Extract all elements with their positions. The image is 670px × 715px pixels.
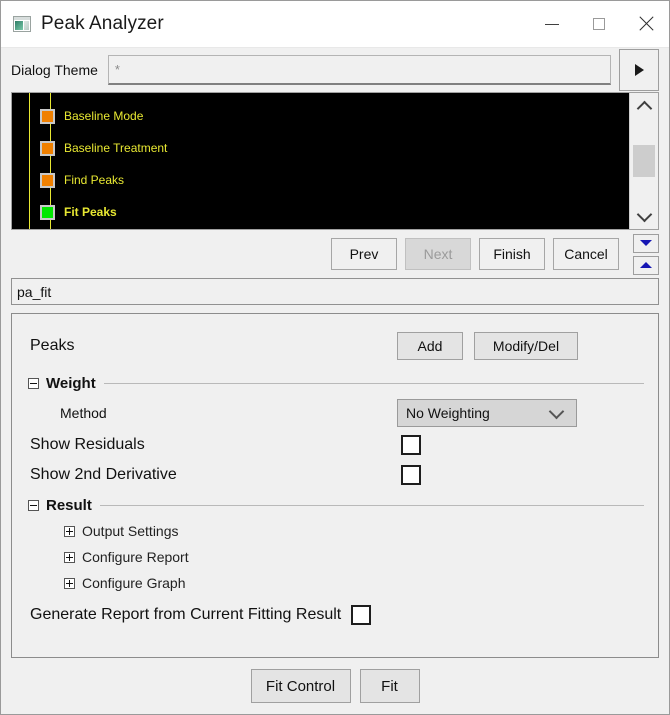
spin-up-button[interactable] bbox=[633, 255, 659, 275]
chevron-down-icon bbox=[548, 403, 565, 419]
cancel-button[interactable]: Cancel bbox=[553, 238, 619, 270]
configure-report-expand-icon[interactable] bbox=[64, 551, 75, 563]
minimize-button[interactable] bbox=[528, 1, 575, 47]
finish-button[interactable]: Finish bbox=[479, 238, 545, 270]
triangle-up-icon bbox=[640, 262, 652, 268]
add-peaks-button[interactable]: Add bbox=[397, 332, 463, 360]
triangle-down-icon bbox=[640, 240, 652, 246]
fit-control-button[interactable]: Fit Control bbox=[250, 669, 351, 703]
chevron-down-icon bbox=[636, 206, 652, 222]
result-group-header: Result bbox=[22, 492, 648, 518]
tree-item-find-peaks[interactable]: Find Peaks bbox=[40, 169, 124, 191]
configure-report-row[interactable]: Configure Report bbox=[22, 544, 648, 570]
show-2nd-derivative-checkbox[interactable] bbox=[401, 465, 421, 485]
tree-item-baseline-treatment[interactable]: Baseline Treatment bbox=[40, 137, 167, 159]
show-2nd-derivative-row: Show 2nd Derivative bbox=[22, 460, 648, 490]
weight-method-label: Method bbox=[60, 405, 107, 421]
peaks-buttons: Add Modify/Del bbox=[397, 332, 578, 360]
tree-trunk-line-outer bbox=[29, 93, 30, 229]
tree-item-label: Fit Peaks bbox=[64, 205, 117, 219]
output-settings-row[interactable]: Output Settings bbox=[22, 518, 648, 544]
spin-down-button[interactable] bbox=[633, 233, 659, 253]
tree-canvas: Baseline Mode Baseline Treatment Find Pe… bbox=[12, 93, 629, 229]
next-button[interactable]: Next bbox=[405, 238, 471, 270]
generate-report-row: Generate Report from Current Fitting Res… bbox=[22, 600, 648, 630]
dialog-theme-expand-button[interactable] bbox=[619, 49, 659, 91]
scroll-up-button[interactable] bbox=[630, 93, 658, 119]
peaks-label: Peaks bbox=[30, 337, 75, 354]
settings-panel: Peaks Add Modify/Del Weight Method No We… bbox=[11, 313, 659, 658]
generate-report-checkbox[interactable] bbox=[351, 605, 372, 625]
group-divider bbox=[99, 504, 644, 506]
tree-node-icon bbox=[40, 108, 55, 124]
close-icon bbox=[638, 16, 654, 32]
tree-item-label: Baseline Treatment bbox=[64, 141, 168, 155]
fit-button[interactable]: Fit bbox=[359, 669, 420, 703]
wizard-nav-row: Prev Next Finish Cancel bbox=[1, 230, 669, 278]
tree-scrollbar[interactable] bbox=[629, 93, 658, 229]
result-group-title: Result bbox=[46, 496, 92, 514]
configure-graph-expand-icon[interactable] bbox=[64, 577, 75, 589]
weight-method-value: No Weighting bbox=[406, 405, 490, 421]
weight-group-title: Weight bbox=[46, 374, 96, 392]
weight-group-header: Weight bbox=[22, 370, 648, 396]
configure-graph-row[interactable]: Configure Graph bbox=[22, 570, 648, 596]
weight-method-row: Method No Weighting bbox=[22, 396, 648, 430]
show-residuals-row: Show Residuals bbox=[22, 430, 648, 460]
show-2nd-derivative-label: Show 2nd Derivative bbox=[30, 466, 177, 483]
window-title: Peak Analyzer bbox=[41, 13, 164, 34]
tree-node-icon bbox=[40, 140, 55, 156]
minimize-icon bbox=[544, 23, 559, 25]
chevron-up-icon bbox=[636, 100, 652, 116]
footer-buttons: Fit Control Fit bbox=[1, 658, 669, 714]
maximize-icon bbox=[592, 18, 605, 30]
theme-name-input[interactable] bbox=[11, 278, 659, 305]
output-settings-expand-icon[interactable] bbox=[64, 525, 75, 537]
scrollbar-thumb[interactable] bbox=[633, 145, 655, 177]
modify-del-peaks-button[interactable]: Modify/Del bbox=[474, 332, 578, 360]
generate-report-label: Generate Report from Current Fitting Res… bbox=[30, 606, 342, 623]
peak-analyzer-dialog: Peak Analyzer Dialog Theme Base bbox=[0, 0, 670, 715]
tree-item-fit-peaks[interactable]: Fit Peaks bbox=[40, 201, 117, 223]
dialog-theme-label: Dialog Theme bbox=[11, 62, 98, 78]
tree-item-label: Baseline Mode bbox=[64, 109, 144, 123]
weight-collapse-icon[interactable] bbox=[28, 377, 39, 389]
tree-item-baseline-mode[interactable]: Baseline Mode bbox=[40, 105, 143, 127]
configure-graph-label: Configure Graph bbox=[82, 575, 186, 591]
tree-node-icon-current bbox=[40, 204, 55, 220]
wizard-step-tree: Baseline Mode Baseline Treatment Find Pe… bbox=[11, 92, 659, 230]
tree-item-label: Find Peaks bbox=[64, 173, 125, 187]
dialog-theme-input[interactable] bbox=[107, 55, 611, 85]
title-bar: Peak Analyzer bbox=[1, 1, 669, 48]
scroll-down-button[interactable] bbox=[630, 203, 658, 229]
peak-analyzer-icon bbox=[13, 16, 31, 32]
show-residuals-label: Show Residuals bbox=[30, 436, 145, 453]
result-collapse-icon[interactable] bbox=[28, 499, 39, 511]
configure-report-label: Configure Report bbox=[82, 549, 189, 565]
group-divider bbox=[103, 382, 644, 384]
tree-node-icon bbox=[40, 172, 55, 188]
prev-button[interactable]: Prev bbox=[331, 238, 397, 270]
dialog-theme-row: Dialog Theme bbox=[1, 48, 669, 92]
output-settings-label: Output Settings bbox=[82, 523, 179, 539]
close-button[interactable] bbox=[622, 1, 669, 47]
weight-method-dropdown[interactable]: No Weighting bbox=[397, 399, 577, 427]
window-controls bbox=[528, 1, 669, 47]
peaks-row: Peaks Add Modify/Del bbox=[22, 324, 648, 368]
panel-spin-buttons bbox=[633, 233, 659, 275]
triangle-right-icon bbox=[634, 64, 644, 76]
maximize-button[interactable] bbox=[575, 1, 622, 47]
show-residuals-checkbox[interactable] bbox=[401, 435, 421, 455]
